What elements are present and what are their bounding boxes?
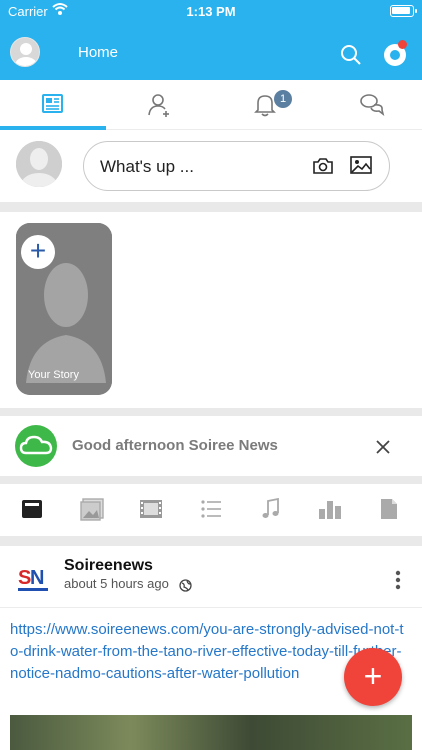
tab-friend-requests[interactable] xyxy=(106,80,212,130)
profile-avatar[interactable] xyxy=(10,37,40,67)
more-options-icon[interactable] xyxy=(395,570,401,595)
add-story-icon[interactable]: + xyxy=(21,235,55,269)
file-icon[interactable] xyxy=(380,498,398,525)
author-name[interactable]: Soireenews xyxy=(64,557,153,575)
status-input[interactable]: What's up ... xyxy=(83,141,390,191)
add-story-card[interactable]: + Your Story xyxy=(16,223,112,395)
greeting-text: Good afternoon Soiree News xyxy=(72,437,278,454)
poll-icon[interactable] xyxy=(318,498,342,525)
post-card: SN Soireenews about 5 hours ago https://… xyxy=(0,546,422,750)
status-bar: Carrier 1:13 PM xyxy=(0,0,422,24)
camera-icon[interactable] xyxy=(312,156,334,181)
svg-text:N: N xyxy=(30,567,44,589)
composer-avatar xyxy=(16,141,62,187)
video-icon[interactable] xyxy=(139,498,163,525)
close-icon[interactable] xyxy=(375,439,391,460)
clock: 1:13 PM xyxy=(186,4,236,19)
tab-messages[interactable] xyxy=(318,80,422,130)
author-logo[interactable]: SN xyxy=(16,562,50,596)
app-screen: Carrier 1:13 PM Home 1 What's up ... + Y… xyxy=(0,0,422,750)
alert-dot xyxy=(398,40,407,49)
app-header: Home xyxy=(0,24,422,80)
text-posts-icon[interactable] xyxy=(21,498,43,525)
create-post-button[interactable]: + xyxy=(344,648,402,706)
status-placeholder: What's up ... xyxy=(100,157,194,176)
tab-notifications[interactable]: 1 xyxy=(212,80,318,130)
activity-icon[interactable] xyxy=(384,40,407,66)
tab-news-feed[interactable] xyxy=(0,80,106,130)
greeting-card: Good afternoon Soiree News xyxy=(0,416,422,476)
feed-filter-bar xyxy=(0,484,422,536)
battery-icon xyxy=(390,5,417,17)
cloud-icon xyxy=(15,425,57,467)
post-composer: What's up ... xyxy=(0,130,422,202)
stories-row: + Your Story xyxy=(0,212,422,408)
tab-bar: 1 xyxy=(0,80,422,130)
post-image[interactable] xyxy=(10,715,412,750)
photos-icon[interactable] xyxy=(80,498,104,527)
post-time: about 5 hours ago xyxy=(64,576,169,591)
image-icon[interactable] xyxy=(350,155,372,180)
notification-badge: 1 xyxy=(274,90,292,108)
story-label: Your Story xyxy=(28,369,79,381)
page-title: Home xyxy=(78,44,119,61)
post-divider xyxy=(0,607,422,608)
public-globe-icon xyxy=(179,579,192,597)
list-icon[interactable] xyxy=(200,498,222,525)
music-icon[interactable] xyxy=(260,497,282,525)
search-icon[interactable] xyxy=(340,44,362,71)
